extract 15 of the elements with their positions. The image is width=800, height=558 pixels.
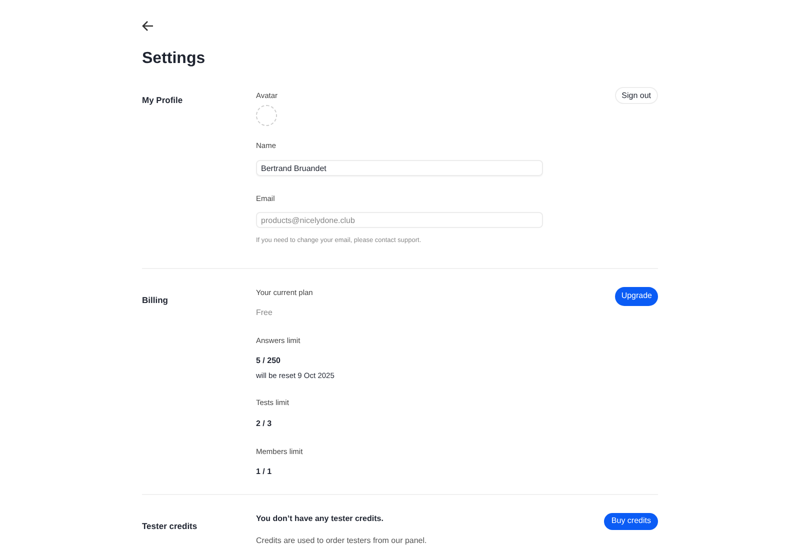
upgrade-button[interactable]: Upgrade bbox=[615, 286, 658, 306]
plan-name: Free bbox=[256, 306, 274, 319]
limit-value: 5 / 250 bbox=[256, 355, 282, 367]
sign-out-button[interactable]: Sign out bbox=[614, 87, 658, 104]
credits-description: Credits are used to order testers from our panel. bbox=[256, 534, 427, 547]
back-arrow-icon[interactable] bbox=[142, 20, 154, 32]
page-title: Settings bbox=[142, 49, 206, 69]
limit-value: 2 / 3 bbox=[256, 418, 273, 430]
limit-value: 1 / 1 bbox=[256, 466, 273, 478]
credits-message: You don’t have any tester credits. bbox=[256, 512, 384, 525]
buy-credits-button[interactable]: Buy credits bbox=[604, 512, 658, 530]
section-heading: Tester credits bbox=[142, 520, 198, 531]
section-heading: Billing bbox=[142, 294, 168, 304]
text-field[interactable]: Bertrand Bruandet bbox=[256, 160, 543, 176]
section-heading: My Profile bbox=[142, 95, 183, 105]
